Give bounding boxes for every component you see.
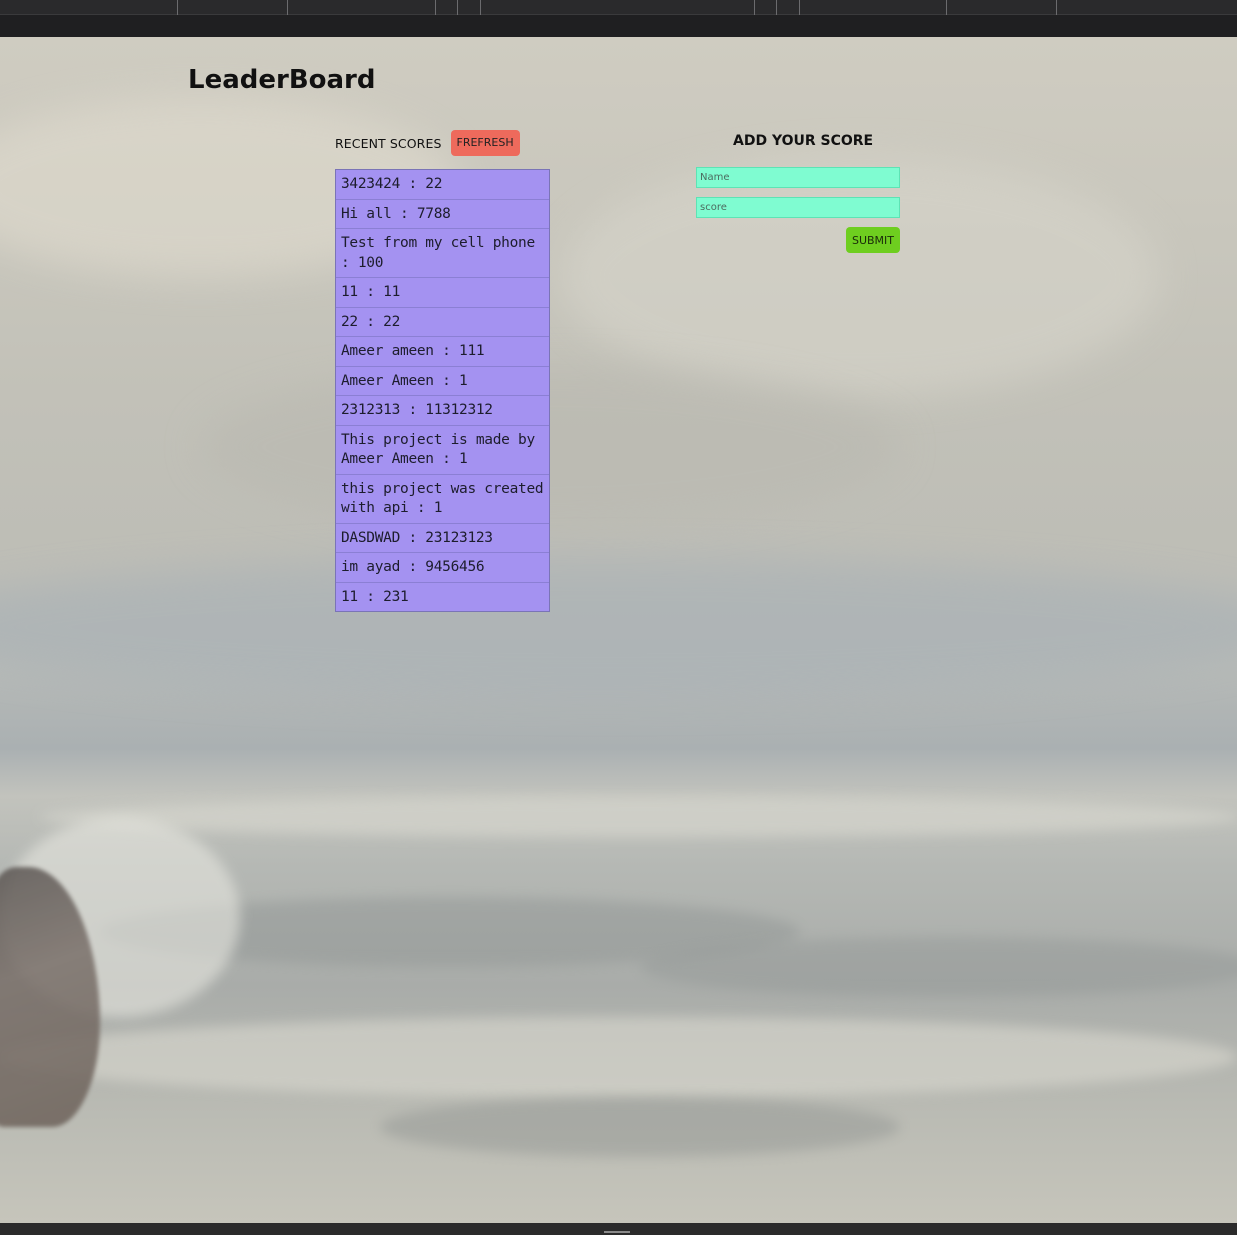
score-list-item: 11 : 11 [336, 278, 549, 308]
background-cloud [560, 157, 1160, 397]
recent-scores-header: RECENT SCORES FREFRESH [335, 130, 520, 156]
window-bottom-bar [0, 1223, 1237, 1235]
tab-divider [776, 0, 777, 15]
name-input[interactable] [696, 167, 900, 188]
tab-divider [457, 0, 458, 15]
background-wave [40, 797, 1237, 837]
recent-scores-title: RECENT SCORES [335, 135, 442, 151]
score-list-item: im ayad : 9456456 [336, 553, 549, 583]
page-title: LeaderBoard [188, 65, 376, 95]
background-wave [0, 1017, 1237, 1097]
background-wave [380, 1097, 900, 1157]
score-list-item: Test from my cell phone : 100 [336, 229, 549, 278]
page-viewport: LeaderBoard RECENT SCORES FREFRESH 34234… [0, 37, 1237, 1223]
add-score-title: ADD YOUR SCORE [733, 133, 874, 149]
score-list-item: Ameer Ameen : 1 [336, 366, 549, 396]
score-list-item: 2312313 : 11312312 [336, 396, 549, 426]
score-list-item: DASDWAD : 23123123 [336, 523, 549, 553]
submit-button[interactable]: SUBMIT [846, 227, 900, 253]
browser-tab-bar [0, 0, 1237, 15]
score-list-item: Ameer ameen : 111 [336, 337, 549, 367]
tab-divider [177, 0, 178, 15]
tab-divider [1056, 0, 1057, 15]
score-list-item: this project was created with api : 1 [336, 474, 549, 524]
score-list-item: 11 : 231 [336, 582, 549, 611]
tab-divider [435, 0, 436, 15]
score-list-item: 3423424 : 22 [336, 170, 549, 200]
resize-handle[interactable] [604, 1231, 630, 1233]
score-input[interactable] [696, 197, 900, 218]
tab-divider [946, 0, 947, 15]
background-cloud [200, 367, 900, 527]
scores-list: 3423424 : 22 Hi all : 7788 Test from my ce… [335, 169, 550, 612]
tab-divider [287, 0, 288, 15]
tab-divider [754, 0, 755, 15]
tab-divider [480, 0, 481, 15]
score-list-item: 22 : 22 [336, 307, 549, 337]
refresh-button[interactable]: FREFRESH [450, 130, 520, 156]
score-list-item: This project is made by Ameer Ameen : 1 [336, 425, 549, 475]
browser-toolbar [0, 15, 1237, 37]
background-cloud [0, 557, 1237, 697]
score-list-item: Hi all : 7788 [336, 199, 549, 229]
tab-divider [799, 0, 800, 15]
background-wave [640, 937, 1237, 997]
